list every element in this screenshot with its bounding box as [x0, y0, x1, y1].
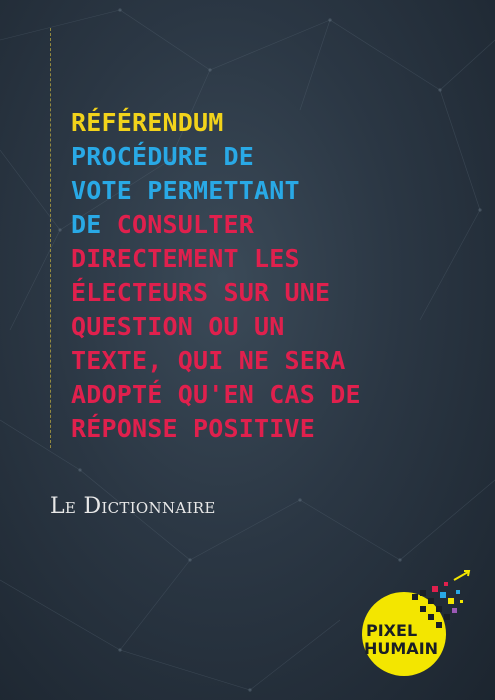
definition-line: ÉLECTEURS SUR UNE — [71, 278, 331, 307]
logo-text-humain: HUMAIN — [364, 639, 438, 658]
definition-line: RÉPONSE POSITIVE — [71, 414, 316, 443]
definition-line: DIRECTEMENT LES — [71, 244, 300, 273]
pixel-humain-logo: PIXEL HUMAIN — [362, 570, 471, 676]
logo-text-pixel: PIXEL — [366, 621, 417, 640]
definition-line: PROCÉDURE DE — [71, 142, 255, 171]
definition-line: VOTE PERMETTANT — [71, 176, 300, 205]
vertical-dotted-rule — [50, 28, 51, 448]
definition-fragment: DE — [71, 210, 102, 239]
source-attribution: Le Dictionnaire — [50, 494, 216, 519]
term-title: RÉFÉRENDUM — [71, 108, 224, 137]
definition-block: RÉFÉRENDUM PROCÉDURE DE VOTE PERMETTANT … — [71, 106, 481, 446]
definition-line: DE CONSULTER — [71, 208, 481, 242]
definition-line: ADOPTÉ QU'EN CAS DE — [71, 380, 361, 409]
definition-line: QUESTION OU UN — [71, 312, 285, 341]
definition-fragment: CONSULTER — [116, 210, 255, 239]
definition-line: TEXTE, QUI NE SERA — [71, 346, 346, 375]
